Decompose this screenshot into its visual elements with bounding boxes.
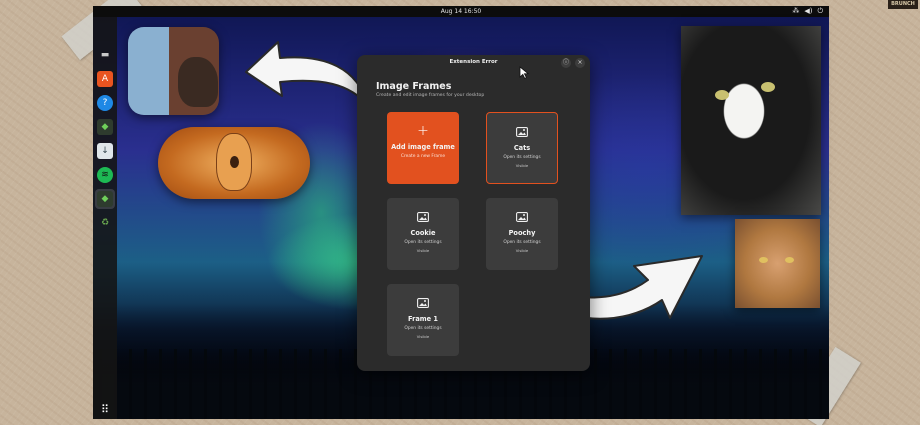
top-bar: Aug 14 16:50 ⁂ ◀) ⏻ <box>93 6 829 17</box>
trash-icon[interactable]: ♻ <box>97 215 113 231</box>
page-title: Image Frames <box>376 81 452 92</box>
cat-eye <box>785 257 794 263</box>
image-icon <box>387 298 459 308</box>
cat-eye <box>715 90 729 100</box>
spotify-icon[interactable]: ≋ <box>97 167 113 183</box>
help-icon[interactable]: ? <box>97 95 113 111</box>
add-image-frame-button[interactable]: + Add image frame Create a new Frame <box>387 112 459 184</box>
frame-card-poochy[interactable]: Poochy Open its settings Visible <box>486 198 558 270</box>
card-subtitle: Open its settings <box>503 240 541 245</box>
files-icon[interactable]: ▬ <box>97 47 113 63</box>
card-status: Visible <box>515 248 529 253</box>
dock: ▬ A ? ◆ ↓ ≋ ◆ ♻ ⠿ <box>93 17 117 419</box>
card-title: Cats <box>513 144 531 152</box>
card-subtitle: Open its settings <box>404 240 442 245</box>
frame-card-cookie[interactable]: Cookie Open its settings Visible <box>387 198 459 270</box>
system-tray[interactable]: ⁂ ◀) ⏻ <box>792 7 823 16</box>
image-icon <box>487 127 557 137</box>
image-frame-photo-top-left[interactable] <box>128 27 219 115</box>
arrow-up-left-icon <box>245 41 369 107</box>
image-frame-cookie[interactable] <box>158 127 310 199</box>
cat-eye <box>761 82 775 92</box>
card-status: Visible <box>515 163 529 168</box>
info-button[interactable]: ⓘ <box>561 58 571 68</box>
dialog-header[interactable]: Extension Error ⓘ × <box>357 55 590 71</box>
dialog-title: Extension Error <box>449 59 498 65</box>
card-title: Add image frame <box>391 143 455 151</box>
card-title: Frame 1 <box>407 315 438 323</box>
image-frame-cats-small[interactable] <box>735 219 820 308</box>
clock[interactable]: Aug 14 16:50 <box>93 8 829 15</box>
card-status: Visible <box>416 334 430 339</box>
cat-eye <box>759 257 768 263</box>
card-subtitle: Open its settings <box>404 326 442 331</box>
installer-icon[interactable]: ↓ <box>97 143 113 159</box>
app-center-icon[interactable]: A <box>97 71 113 87</box>
image-icon <box>387 212 459 222</box>
power-icon[interactable]: ⏻ <box>817 7 823 16</box>
volume-icon[interactable]: ◀) <box>804 7 812 16</box>
card-status: Visible <box>416 248 430 253</box>
extension-manager-icon[interactable]: ◆ <box>97 191 113 207</box>
close-button[interactable]: × <box>575 58 585 68</box>
frame-card-frame-1[interactable]: Frame 1 Open its settings Visible <box>387 284 459 356</box>
network-icon[interactable]: ⁂ <box>792 7 799 16</box>
corner-badge: BRUNCH <box>888 0 918 9</box>
show-apps-icon[interactable]: ⠿ <box>97 402 113 418</box>
mouse-cursor-icon <box>519 66 529 79</box>
image-frames-dialog: Extension Error ⓘ × Image Frames Create … <box>357 55 590 371</box>
image-icon <box>486 212 558 222</box>
card-subtitle: Create a new Frame <box>400 154 446 159</box>
card-title: Cookie <box>410 229 436 237</box>
card-title: Poochy <box>508 229 536 237</box>
card-subtitle: Open its settings <box>503 155 541 160</box>
frame-card-cats[interactable]: Cats Open its settings Visible <box>486 112 558 184</box>
page-subtitle: Create and edit image frames for your de… <box>376 93 485 98</box>
plus-icon: + <box>417 123 429 139</box>
image-frame-cats-large[interactable] <box>681 26 821 215</box>
extensions-icon[interactable]: ◆ <box>97 119 113 135</box>
koala-drawing <box>216 133 252 191</box>
